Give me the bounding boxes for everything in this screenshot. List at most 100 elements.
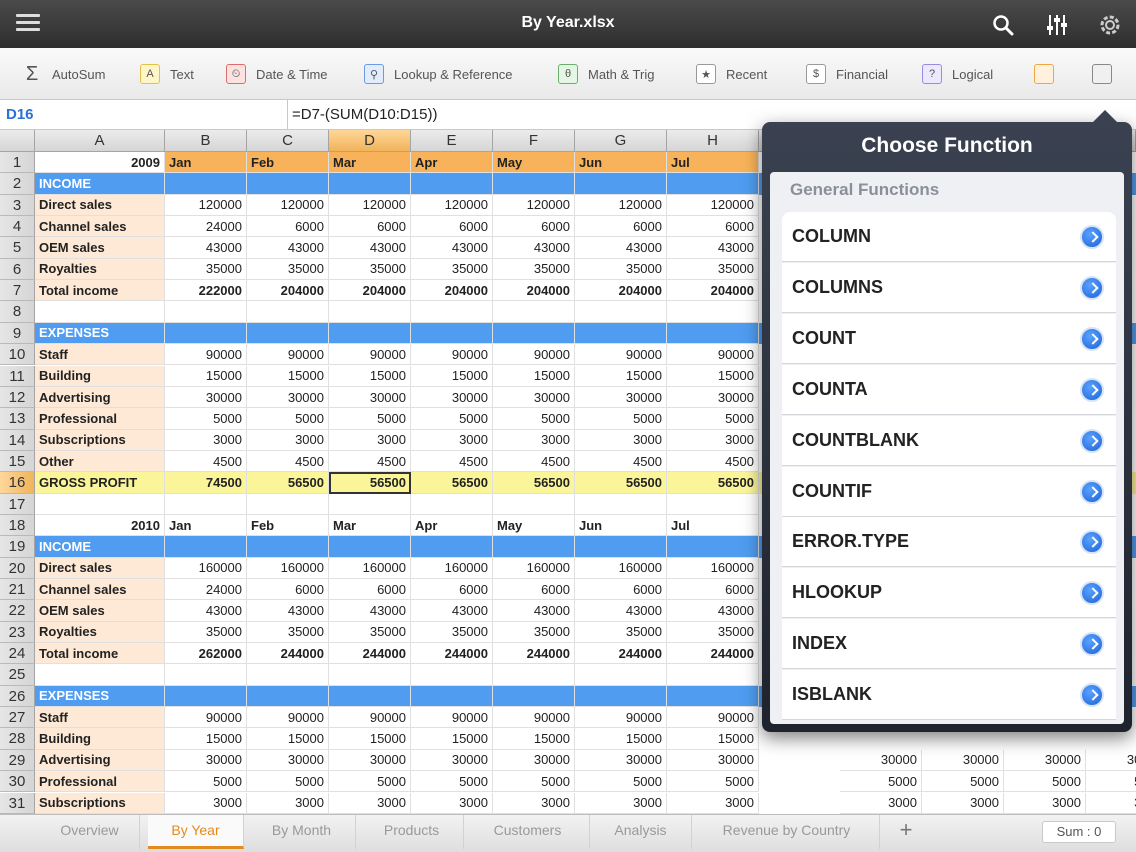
data-cell[interactable]	[667, 493, 759, 515]
logical-button[interactable]: ? Logical	[922, 62, 993, 86]
data-cell[interactable]: 90000	[667, 344, 759, 366]
data-cell[interactable]: 5000	[165, 771, 247, 793]
data-cell[interactable]: 5000	[922, 771, 1004, 793]
data-cell[interactable]	[493, 536, 575, 558]
data-cell[interactable]: 222000	[165, 280, 247, 302]
data-cell[interactable]	[667, 173, 759, 195]
data-cell[interactable]: 90000	[247, 707, 329, 729]
data-cell[interactable]: 4500	[165, 450, 247, 473]
data-cell[interactable]: 15000	[575, 365, 667, 387]
data-cell[interactable]: 3000	[840, 792, 922, 814]
data-cell[interactable]	[575, 322, 667, 345]
data-cell[interactable]: 30000	[411, 749, 493, 772]
column-header-e[interactable]: E	[411, 130, 493, 152]
function-item-index[interactable]: INDEX	[782, 619, 1116, 670]
calculator-button[interactable]	[1092, 62, 1122, 86]
row-label-cell[interactable]: Staff	[35, 707, 165, 729]
data-cell[interactable]: 3000	[247, 429, 329, 451]
data-cell[interactable]: 120000	[411, 194, 493, 217]
data-cell[interactable]	[329, 536, 411, 558]
data-cell[interactable]: 30000	[329, 386, 411, 409]
row-header[interactable]: 29	[0, 749, 35, 772]
gear-icon[interactable]	[1097, 12, 1123, 38]
disclosure-arrow-icon[interactable]	[1080, 683, 1104, 708]
data-cell[interactable]	[247, 685, 329, 708]
data-cell[interactable]: Apr	[411, 152, 493, 174]
data-cell[interactable]: 90000	[493, 344, 575, 366]
data-cell[interactable]	[165, 173, 247, 195]
data-cell[interactable]: 74500	[165, 472, 247, 494]
data-cell[interactable]: 244000	[411, 643, 493, 665]
function-item-count[interactable]: COUNT	[782, 313, 1116, 364]
data-cell[interactable]: 3000	[247, 792, 329, 814]
data-cell[interactable]: 90000	[247, 344, 329, 366]
data-cell[interactable]: 35000	[329, 258, 411, 281]
row-header[interactable]: 28	[0, 728, 35, 750]
data-cell[interactable]: 43000	[411, 600, 493, 622]
data-cell[interactable]	[165, 664, 247, 686]
data-cell[interactable]: 43000	[493, 600, 575, 622]
data-cell[interactable]: 5000	[411, 408, 493, 430]
data-cell[interactable]: 35000	[667, 621, 759, 644]
column-header-d[interactable]: D	[329, 130, 411, 152]
data-cell[interactable]: 56500	[247, 472, 329, 494]
data-cell[interactable]: 30000	[667, 386, 759, 409]
data-cell[interactable]	[575, 173, 667, 195]
data-cell[interactable]: 56500	[411, 472, 493, 494]
data-cell[interactable]	[493, 322, 575, 345]
data-cell[interactable]	[247, 664, 329, 686]
data-cell[interactable]: 160000	[411, 557, 493, 579]
financial-button[interactable]: $ Financial	[806, 62, 888, 86]
row-header[interactable]: 2	[0, 173, 35, 195]
row-header[interactable]: 26	[0, 685, 35, 708]
data-cell[interactable]: 4500	[493, 450, 575, 473]
function-item-hlookup[interactable]: HLOOKUP	[782, 568, 1116, 619]
data-cell[interactable]	[247, 536, 329, 558]
data-cell[interactable]: 30000	[840, 749, 922, 772]
data-cell[interactable]: 35000	[247, 258, 329, 281]
function-item-column[interactable]: COLUMN	[782, 212, 1116, 262]
data-cell[interactable]: 160000	[165, 557, 247, 579]
sheet-tab-by-year[interactable]: By Year	[148, 815, 244, 849]
data-cell[interactable]: 24000	[165, 579, 247, 601]
data-cell[interactable]: Jun	[575, 514, 667, 537]
data-cell[interactable]: 90000	[411, 707, 493, 729]
data-cell[interactable]: 43000	[667, 600, 759, 622]
data-cell[interactable]	[329, 664, 411, 686]
data-cell[interactable]: 35000	[575, 621, 667, 644]
data-cell[interactable]: 56500	[493, 472, 575, 494]
data-cell[interactable]: 5000	[247, 408, 329, 430]
data-cell[interactable]: 3000	[667, 792, 759, 814]
data-cell[interactable]: 5000	[1086, 771, 1136, 793]
sheet-tab-overview[interactable]: Overview	[40, 815, 140, 849]
data-cell[interactable]	[329, 173, 411, 195]
data-cell[interactable]	[575, 301, 667, 323]
row-label-cell[interactable]	[35, 493, 165, 515]
data-cell[interactable]: 43000	[575, 237, 667, 259]
row-label-cell[interactable]: Professional	[35, 408, 165, 430]
data-cell[interactable]: 15000	[329, 728, 411, 750]
data-cell[interactable]: 30000	[247, 749, 329, 772]
row-label-cell[interactable]: Royalties	[35, 621, 165, 644]
data-cell[interactable]: 262000	[165, 643, 247, 665]
data-cell[interactable]: 90000	[411, 344, 493, 366]
data-cell[interactable]: 15000	[667, 728, 759, 750]
row-label-cell[interactable]: Professional	[35, 771, 165, 793]
data-cell[interactable]: 43000	[165, 237, 247, 259]
data-cell[interactable]: 160000	[493, 557, 575, 579]
data-cell[interactable]: 30000	[922, 749, 1004, 772]
row-label-cell[interactable]: Channel sales	[35, 579, 165, 601]
data-cell[interactable]: 15000	[493, 728, 575, 750]
data-cell[interactable]: Jan	[165, 514, 247, 537]
row-label-cell[interactable]: Total income	[35, 643, 165, 665]
data-cell[interactable]: Feb	[247, 514, 329, 537]
row-header[interactable]: 6	[0, 258, 35, 281]
data-cell[interactable]	[165, 301, 247, 323]
column-header-b[interactable]: B	[165, 130, 247, 152]
data-cell[interactable]: 4500	[247, 450, 329, 473]
data-cell[interactable]: 90000	[575, 707, 667, 729]
math-trig-button[interactable]: θ Math & Trig	[558, 62, 654, 86]
row-label-cell[interactable]: Building	[35, 365, 165, 387]
data-cell[interactable]: 90000	[165, 707, 247, 729]
more-functions-button[interactable]	[1034, 62, 1064, 86]
